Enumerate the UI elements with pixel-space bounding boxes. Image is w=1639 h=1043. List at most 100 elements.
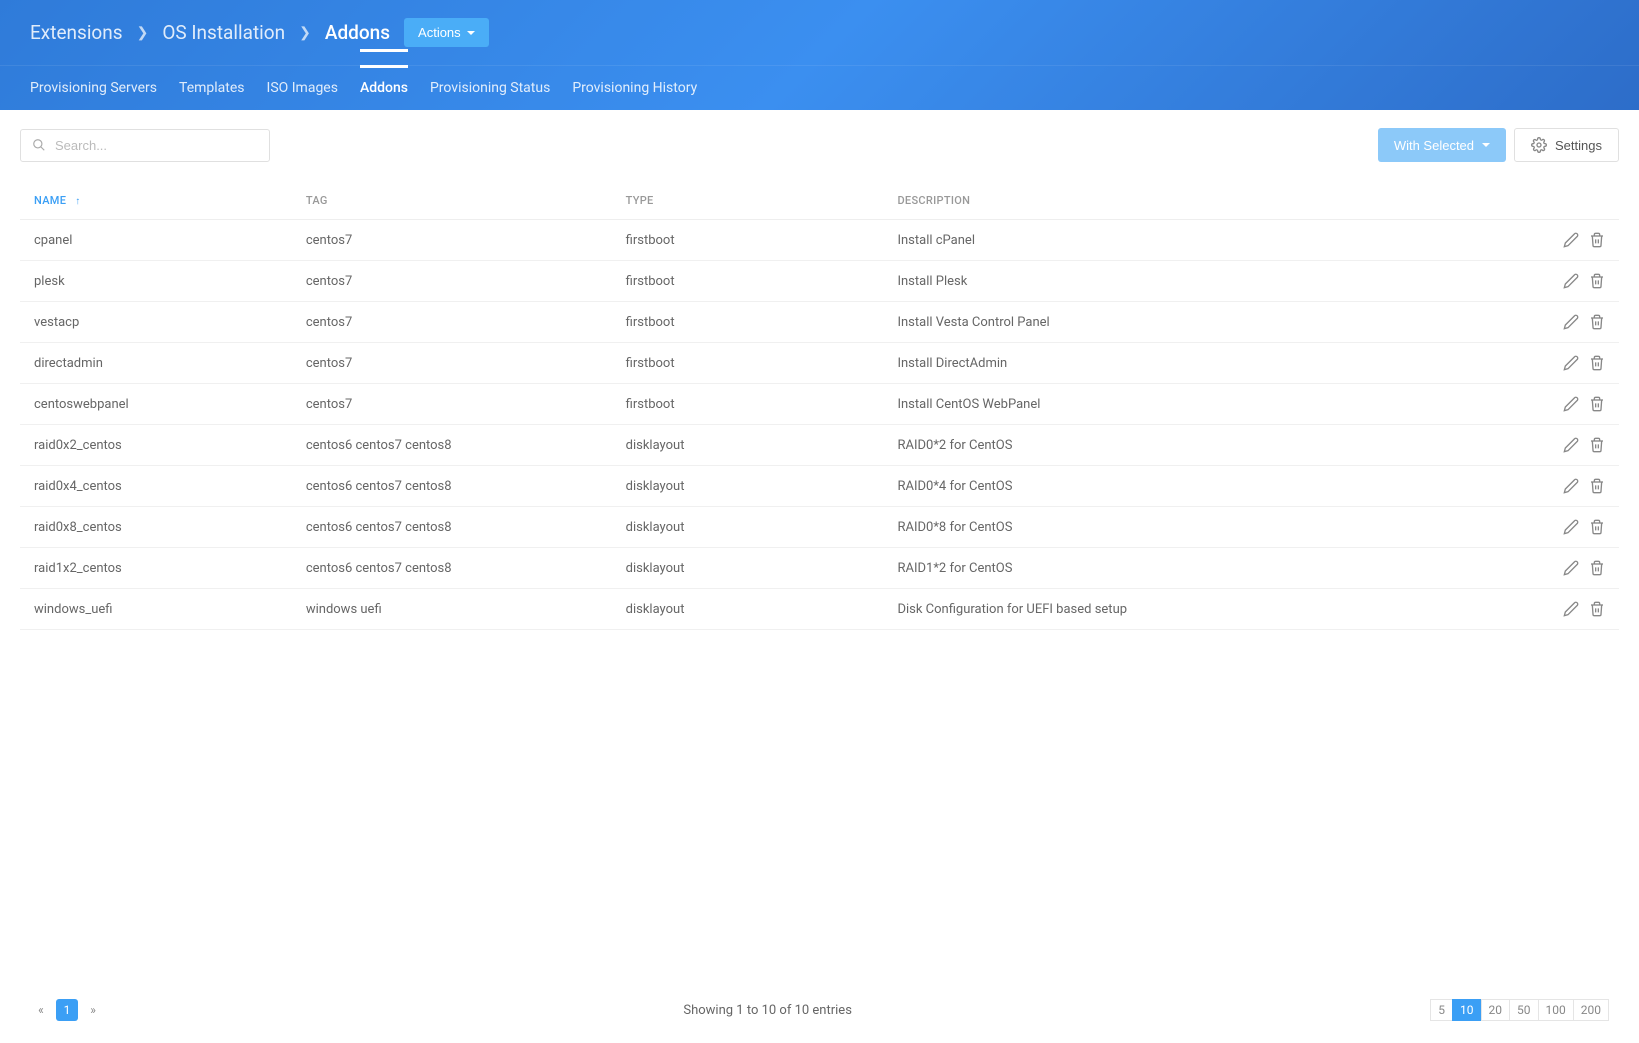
column-type[interactable]: Type	[612, 182, 884, 220]
trash-icon[interactable]	[1589, 355, 1605, 371]
column-name-label: Name	[34, 194, 66, 207]
table-row: windows_uefiwindows uefidisklayoutDisk C…	[20, 589, 1619, 630]
tab-provisioning-history[interactable]: Provisioning History	[572, 66, 697, 110]
edit-icon[interactable]	[1563, 355, 1579, 371]
page-size-50[interactable]: 50	[1509, 999, 1539, 1021]
cell-description: Install CentOS WebPanel	[883, 384, 1539, 425]
trash-icon[interactable]	[1589, 314, 1605, 330]
trash-icon[interactable]	[1589, 437, 1605, 453]
chevron-right-icon: ❯	[137, 25, 149, 41]
search-input[interactable]	[20, 129, 270, 162]
table-row: centoswebpanelcentos7firstbootInstall Ce…	[20, 384, 1619, 425]
pager-first[interactable]: «	[30, 999, 52, 1021]
actions-button[interactable]: Actions	[404, 18, 489, 47]
chevron-down-icon	[467, 31, 475, 35]
cell-name: directadmin	[20, 343, 292, 384]
edit-icon[interactable]	[1563, 437, 1579, 453]
with-selected-label: With Selected	[1394, 138, 1474, 153]
cell-type: firstboot	[612, 343, 884, 384]
cell-description: RAID0*8 for CentOS	[883, 507, 1539, 548]
cell-name: raid0x8_centos	[20, 507, 292, 548]
cell-tag: centos7	[292, 302, 612, 343]
cell-description: Install Vesta Control Panel	[883, 302, 1539, 343]
search-wrap	[20, 129, 270, 162]
cell-tag: centos7	[292, 384, 612, 425]
cell-tag: centos6 centos7 centos8	[292, 466, 612, 507]
addons-table: Name ↑ Tag Type Description cpanelcentos…	[20, 182, 1619, 630]
cell-tag: centos6 centos7 centos8	[292, 425, 612, 466]
page-size-20[interactable]: 20	[1481, 999, 1511, 1021]
cell-name: raid0x4_centos	[20, 466, 292, 507]
table-row: pleskcentos7firstbootInstall Plesk	[20, 261, 1619, 302]
cell-tag: centos6 centos7 centos8	[292, 507, 612, 548]
breadcrumb-addons[interactable]: Addons	[325, 21, 390, 44]
with-selected-button[interactable]: With Selected	[1378, 128, 1506, 162]
cell-description: RAID0*2 for CentOS	[883, 425, 1539, 466]
pager-page-1[interactable]: 1	[56, 999, 78, 1021]
trash-icon[interactable]	[1589, 601, 1605, 617]
cell-type: disklayout	[612, 589, 884, 630]
page-size-200[interactable]: 200	[1573, 999, 1609, 1021]
cell-type: disklayout	[612, 548, 884, 589]
cell-description: Install cPanel	[883, 220, 1539, 261]
trash-icon[interactable]	[1589, 478, 1605, 494]
cell-description: Install Plesk	[883, 261, 1539, 302]
column-description[interactable]: Description	[883, 182, 1539, 220]
page-size-10[interactable]: 10	[1452, 999, 1482, 1021]
trash-icon[interactable]	[1589, 232, 1605, 248]
page-sizes: 5102050100200	[1431, 999, 1609, 1021]
footer: « 1 » Showing 1 to 10 of 10 entries 5102…	[0, 985, 1639, 1043]
column-tag[interactable]: Tag	[292, 182, 612, 220]
trash-icon[interactable]	[1589, 396, 1605, 412]
cell-type: disklayout	[612, 425, 884, 466]
tab-iso-images[interactable]: ISO Images	[267, 66, 338, 110]
breadcrumb-extensions[interactable]: Extensions	[30, 21, 123, 44]
table-row: raid1x2_centoscentos6 centos7 centos8dis…	[20, 548, 1619, 589]
toolbar: With Selected Settings	[0, 110, 1639, 172]
chevron-down-icon	[1482, 143, 1490, 147]
cell-description: Install DirectAdmin	[883, 343, 1539, 384]
cell-type: disklayout	[612, 507, 884, 548]
trash-icon[interactable]	[1589, 560, 1605, 576]
tab-provisioning-status[interactable]: Provisioning Status	[430, 66, 550, 110]
cell-tag: centos6 centos7 centos8	[292, 548, 612, 589]
breadcrumb-os-installation[interactable]: OS Installation	[162, 21, 285, 44]
cell-name: plesk	[20, 261, 292, 302]
cell-type: firstboot	[612, 384, 884, 425]
edit-icon[interactable]	[1563, 396, 1579, 412]
cell-type: firstboot	[612, 261, 884, 302]
chevron-right-icon: ❯	[299, 25, 311, 41]
edit-icon[interactable]	[1563, 601, 1579, 617]
cell-tag: centos7	[292, 261, 612, 302]
toolbar-right: With Selected Settings	[1378, 128, 1619, 162]
edit-icon[interactable]	[1563, 232, 1579, 248]
edit-icon[interactable]	[1563, 273, 1579, 289]
actions-button-label: Actions	[418, 25, 461, 40]
page-size-5[interactable]: 5	[1430, 999, 1453, 1021]
cell-tag: centos7	[292, 220, 612, 261]
trash-icon[interactable]	[1589, 273, 1605, 289]
tab-templates[interactable]: Templates	[179, 66, 245, 110]
cell-description: RAID0*4 for CentOS	[883, 466, 1539, 507]
gear-icon	[1531, 137, 1547, 153]
edit-icon[interactable]	[1563, 560, 1579, 576]
cell-name: windows_uefi	[20, 589, 292, 630]
cell-name: cpanel	[20, 220, 292, 261]
sort-asc-icon: ↑	[75, 196, 80, 207]
pager-last[interactable]: »	[82, 999, 104, 1021]
cell-type: firstboot	[612, 302, 884, 343]
page-size-100[interactable]: 100	[1538, 999, 1574, 1021]
tab-provisioning-servers[interactable]: Provisioning Servers	[30, 66, 157, 110]
settings-button[interactable]: Settings	[1514, 128, 1619, 162]
cell-type: firstboot	[612, 220, 884, 261]
cell-name: vestacp	[20, 302, 292, 343]
pager: « 1 »	[30, 999, 104, 1021]
edit-icon[interactable]	[1563, 314, 1579, 330]
edit-icon[interactable]	[1563, 478, 1579, 494]
tab-addons[interactable]: Addons	[360, 66, 408, 110]
trash-icon[interactable]	[1589, 519, 1605, 535]
cell-name: raid1x2_centos	[20, 548, 292, 589]
cell-name: centoswebpanel	[20, 384, 292, 425]
edit-icon[interactable]	[1563, 519, 1579, 535]
column-name[interactable]: Name ↑	[20, 182, 292, 220]
